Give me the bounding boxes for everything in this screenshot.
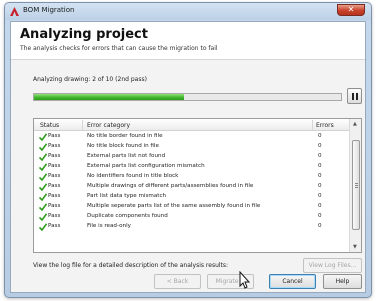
column-header-errors[interactable]: Errors bbox=[316, 122, 334, 129]
category-cell: External parts list not found bbox=[87, 153, 166, 159]
green-check-icon bbox=[39, 193, 47, 201]
autocad-logo-icon bbox=[10, 7, 19, 16]
table-row[interactable]: Pass Part list data type mismatch 0 bbox=[34, 192, 350, 202]
category-cell: Multiple seperate parts list of the same… bbox=[87, 203, 261, 209]
cancel-button[interactable]: Cancel bbox=[269, 274, 316, 289]
status-cell: Pass bbox=[48, 163, 61, 169]
green-check-icon bbox=[39, 143, 47, 151]
scroll-up-icon[interactable]: ▲ bbox=[353, 121, 357, 127]
scroll-thumb[interactable] bbox=[352, 140, 360, 230]
errors-cell: 0 bbox=[318, 183, 322, 189]
category-cell: File is read-only bbox=[87, 223, 131, 229]
log-description: View the log file for a detailed descrip… bbox=[33, 262, 229, 269]
pause-icon bbox=[352, 93, 354, 100]
error-results-table[interactable]: Status Error category Errors Pass No titl… bbox=[33, 118, 362, 253]
wizard-header: Analyzing project The analysis checks fo… bbox=[11, 22, 365, 60]
grip-line bbox=[355, 185, 358, 186]
green-check-icon bbox=[39, 183, 47, 191]
help-button[interactable]: Help bbox=[323, 274, 362, 289]
vertical-scrollbar[interactable]: ▲ ▼ bbox=[349, 119, 361, 252]
status-cell: Pass bbox=[48, 133, 61, 139]
errors-cell: 0 bbox=[318, 203, 322, 209]
table-row[interactable]: Pass No identifiers found in title block 0 bbox=[34, 172, 350, 182]
table-row[interactable]: Pass No title border found in file 0 bbox=[34, 132, 350, 142]
green-check-icon bbox=[39, 173, 47, 181]
mouse-pointer-icon bbox=[239, 271, 250, 289]
green-check-icon bbox=[39, 213, 47, 221]
scroll-down-icon[interactable]: ▼ bbox=[353, 244, 357, 250]
green-check-icon bbox=[39, 223, 47, 231]
grip-line bbox=[355, 183, 358, 184]
status-cell: Pass bbox=[48, 203, 61, 209]
window-title: BOM Migration bbox=[23, 6, 75, 14]
progress-label: Analyzing drawing: 2 of 10 (2nd pass) bbox=[33, 76, 147, 83]
category-cell: No title border found in file bbox=[87, 133, 163, 139]
table-row[interactable]: Pass Multiple drawings of different parts… bbox=[34, 182, 350, 192]
green-check-icon bbox=[39, 163, 47, 171]
column-divider[interactable] bbox=[82, 120, 83, 130]
page-subtitle: The analysis checks for errors that can … bbox=[20, 45, 218, 52]
progress-bar bbox=[33, 93, 342, 101]
column-header-category[interactable]: Error category bbox=[87, 122, 130, 129]
table-row[interactable]: Pass Multiple seperate parts list of the … bbox=[34, 202, 350, 212]
close-button[interactable]: ✕ bbox=[337, 4, 365, 16]
green-check-icon bbox=[39, 153, 47, 161]
column-header-status[interactable]: Status bbox=[40, 122, 59, 129]
table-header: Status Error category Errors bbox=[34, 119, 350, 131]
status-cell: Pass bbox=[48, 173, 61, 179]
errors-cell: 0 bbox=[318, 133, 322, 139]
bom-migration-dialog: BOM Migration ✕ Analyzing project The an… bbox=[4, 2, 372, 298]
status-cell: Pass bbox=[48, 193, 61, 199]
category-cell: External parts list configuration mismat… bbox=[87, 163, 205, 169]
progress-fill bbox=[34, 94, 185, 100]
errors-cell: 0 bbox=[318, 213, 322, 219]
back-button[interactable]: < Back bbox=[154, 274, 201, 289]
status-cell: Pass bbox=[48, 153, 61, 159]
view-log-files-button[interactable]: View Log Files... bbox=[303, 258, 362, 273]
errors-cell: 0 bbox=[318, 223, 322, 229]
table-row[interactable]: Pass Duplicate components found 0 bbox=[34, 212, 350, 222]
errors-cell: 0 bbox=[318, 143, 322, 149]
grip-line bbox=[355, 187, 358, 188]
column-divider[interactable] bbox=[312, 120, 313, 130]
title-bar[interactable]: BOM Migration ✕ bbox=[5, 3, 371, 20]
category-cell: Part list data type mismatch bbox=[87, 193, 167, 199]
pause-icon bbox=[356, 93, 358, 100]
status-cell: Pass bbox=[48, 213, 61, 219]
table-row[interactable]: Pass File is read-only 0 bbox=[34, 222, 350, 232]
green-check-icon bbox=[39, 133, 47, 141]
errors-cell: 0 bbox=[318, 153, 322, 159]
table-row[interactable]: Pass External parts list not found 0 bbox=[34, 152, 350, 162]
category-cell: No title block found in file bbox=[87, 143, 159, 149]
status-cell: Pass bbox=[48, 183, 61, 189]
category-cell: No identifiers found in title block bbox=[87, 173, 179, 179]
dialog-body: Analyzing project The analysis checks fo… bbox=[10, 21, 366, 293]
errors-cell: 0 bbox=[318, 163, 322, 169]
table-row[interactable]: Pass External parts list configuration mi… bbox=[34, 162, 350, 172]
errors-cell: 0 bbox=[318, 173, 322, 179]
errors-cell: 0 bbox=[318, 193, 322, 199]
page-title: Analyzing project bbox=[20, 27, 148, 42]
status-cell: Pass bbox=[48, 143, 61, 149]
category-cell: Multiple drawings of different parts/ass… bbox=[87, 183, 254, 189]
category-cell: Duplicate components found bbox=[87, 213, 168, 219]
status-cell: Pass bbox=[48, 223, 61, 229]
green-check-icon bbox=[39, 203, 47, 211]
pause-button[interactable] bbox=[347, 88, 362, 104]
table-row[interactable]: Pass No title block found in file 0 bbox=[34, 142, 350, 152]
table-body: Pass No title border found in file 0 Pass No… bbox=[34, 132, 350, 232]
